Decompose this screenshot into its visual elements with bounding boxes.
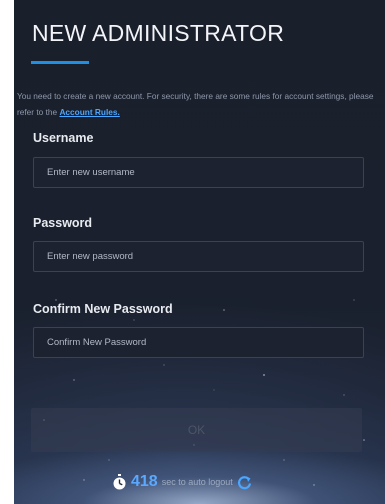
logout-countdown: 418 [131,473,158,490]
auto-logout-timer: 418 sec to auto logout [112,472,252,492]
logout-countdown-label: sec to auto logout [161,477,233,487]
confirm-password-field[interactable] [33,327,364,358]
username-field[interactable] [33,157,364,188]
account-rules-link[interactable]: Account Rules. [59,107,119,117]
ok-button[interactable]: OK [31,408,362,452]
username-label: Username [33,131,94,145]
title-underline [31,61,89,64]
page-title: NEW ADMINISTRATOR [32,20,285,46]
stopwatch-icon [112,474,127,490]
refresh-icon[interactable] [237,475,252,490]
password-field[interactable] [33,241,364,272]
notice-text: You need to create a new account. For se… [17,88,383,120]
login-panel: NEW ADMINISTRATOR You need to create a n… [14,0,385,504]
confirm-password-label: Confirm New Password [33,302,173,316]
password-label: Password [33,216,93,230]
